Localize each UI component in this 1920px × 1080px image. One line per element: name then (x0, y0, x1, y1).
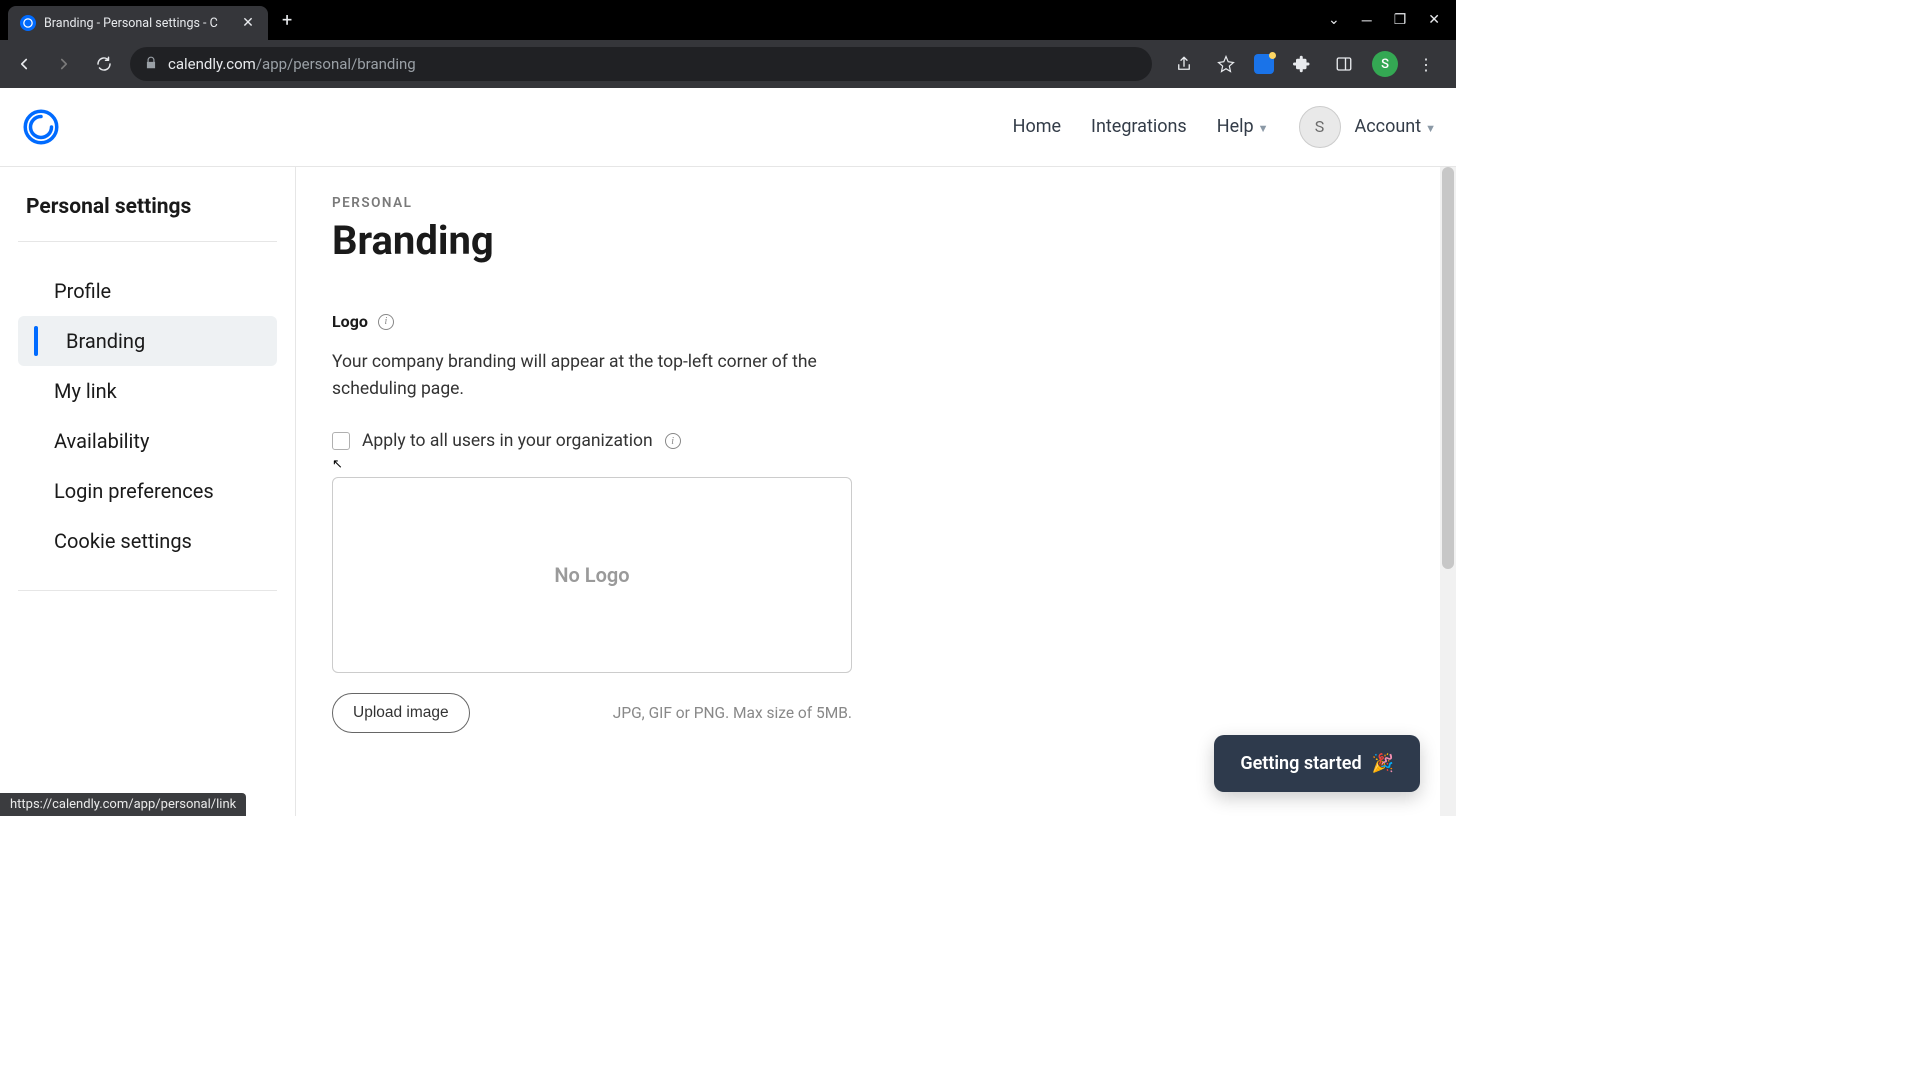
close-window-button[interactable]: ✕ (1428, 12, 1440, 28)
sidebar-item-branding[interactable]: Branding (18, 316, 277, 366)
apply-all-checkbox[interactable] (332, 432, 350, 450)
sidebar-item-profile[interactable]: Profile (18, 266, 277, 316)
cursor-icon: ↖ (332, 457, 343, 472)
close-tab-icon[interactable]: ✕ (240, 15, 256, 31)
minimize-button[interactable]: ─ (1362, 12, 1372, 29)
breadcrumb: PERSONAL (332, 195, 1420, 211)
info-icon[interactable]: i (665, 433, 681, 449)
calendly-logo[interactable] (20, 106, 62, 148)
lock-icon (144, 55, 158, 74)
sidebar-title: Personal settings (0, 195, 295, 241)
upload-image-button[interactable]: Upload image (332, 693, 470, 733)
info-icon[interactable]: i (378, 314, 394, 330)
sidebar: Personal settings Profile Branding My li… (0, 167, 296, 816)
sidebar-item-login-preferences[interactable]: Login preferences (18, 466, 277, 516)
main-content: PERSONAL Branding Logo i Your company br… (296, 167, 1456, 816)
tabs-dropdown-icon[interactable]: ⌄ (1328, 12, 1340, 28)
status-bar: https://calendly.com/app/personal/link (0, 793, 246, 816)
calendly-favicon (20, 15, 36, 31)
logo-section-description: Your company branding will appear at the… (332, 349, 852, 403)
share-icon[interactable] (1170, 50, 1198, 78)
divider (18, 590, 277, 591)
nav-integrations[interactable]: Integrations (1091, 116, 1187, 137)
extension-badge-icon[interactable] (1254, 54, 1274, 74)
nav-home[interactable]: Home (1013, 116, 1061, 137)
chevron-down-icon: ▼ (1258, 122, 1269, 135)
sidebar-item-availability[interactable]: Availability (18, 416, 277, 466)
getting-started-button[interactable]: Getting started 🎉 (1214, 735, 1420, 792)
scrollbar-thumb[interactable] (1442, 167, 1454, 569)
window-controls: ⌄ ─ ❐ ✕ (1328, 12, 1456, 29)
browser-tab[interactable]: Branding - Personal settings - C ✕ (8, 6, 268, 40)
back-button[interactable] (10, 50, 38, 78)
party-popper-icon: 🎉 (1372, 753, 1394, 774)
logo-section-label: Logo (332, 312, 368, 331)
nav-account[interactable]: Account▼ (1355, 116, 1437, 137)
page-title: Branding (332, 217, 1420, 264)
maximize-button[interactable]: ❐ (1394, 12, 1407, 28)
browser-toolbar: calendly.com/app/personal/branding S ⋮ (0, 40, 1456, 88)
apply-all-label: Apply to all users in your organization (362, 431, 653, 451)
getting-started-label: Getting started (1240, 753, 1361, 774)
forward-button[interactable] (50, 50, 78, 78)
nav-help[interactable]: Help▼ (1217, 116, 1269, 137)
side-panel-icon[interactable] (1330, 50, 1358, 78)
chevron-down-icon: ▼ (1425, 122, 1436, 135)
sidebar-item-my-link[interactable]: My link (18, 366, 277, 416)
logo-preview-box: No Logo (332, 477, 852, 673)
bookmark-icon[interactable] (1212, 50, 1240, 78)
sidebar-item-cookie-settings[interactable]: Cookie settings (18, 516, 277, 566)
kebab-menu-icon[interactable]: ⋮ (1412, 50, 1440, 78)
upload-hint: JPG, GIF or PNG. Max size of 5MB. (613, 704, 852, 722)
user-avatar[interactable]: S (1299, 106, 1341, 148)
tab-bar: Branding - Personal settings - C ✕ + ⌄ ─… (0, 0, 1456, 40)
extensions-icon[interactable] (1288, 50, 1316, 78)
new-tab-button[interactable]: + (282, 10, 292, 31)
url-text: calendly.com/app/personal/branding (168, 55, 416, 73)
app-header: Home Integrations Help▼ S Account▼ (0, 88, 1456, 166)
address-bar[interactable]: calendly.com/app/personal/branding (130, 47, 1152, 81)
browser-profile-avatar[interactable]: S (1372, 51, 1398, 77)
scrollbar[interactable] (1440, 167, 1456, 816)
divider (18, 241, 277, 242)
tab-title: Branding - Personal settings - C (44, 16, 232, 31)
reload-button[interactable] (90, 50, 118, 78)
